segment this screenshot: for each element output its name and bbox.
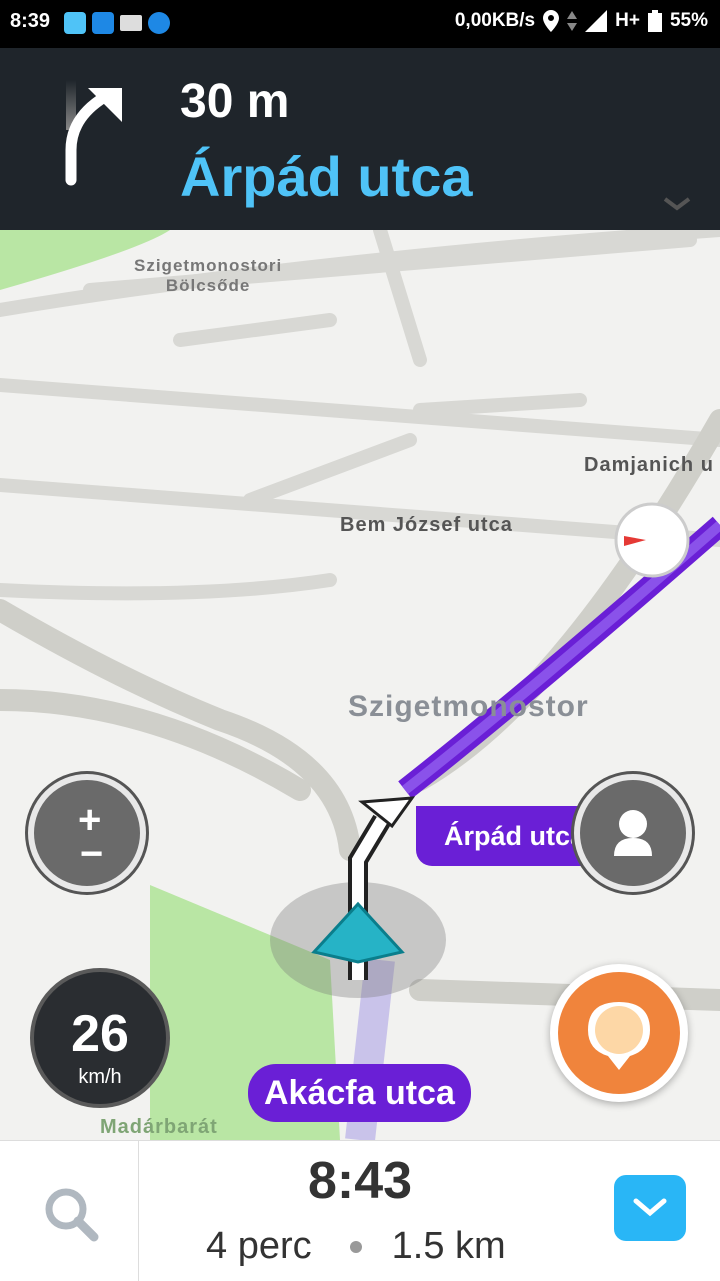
kindergarten-line1: Szigetmonostori [134, 256, 283, 275]
location-icon [543, 10, 560, 32]
chevron-down-icon [633, 1198, 667, 1217]
bottom-bar: 8:43 4 perc 1.5 km [0, 1140, 720, 1281]
maneuver-street: Árpád utca [180, 145, 473, 208]
report-pin-icon [588, 1002, 650, 1070]
turn-right-arrow-icon [65, 80, 122, 186]
map-label-bem: Bem József utca [340, 514, 513, 536]
user-button[interactable] [574, 774, 692, 892]
map-label-park: Madárbarát park [100, 1116, 218, 1140]
battery-icon [647, 10, 662, 32]
speed-unit: km/h [78, 1066, 122, 1088]
status-bar: 8:39 0,00KB/s H+ 55% [0, 0, 720, 48]
eta-distance: 1.5 km [391, 1225, 506, 1267]
search-notification-icon [148, 12, 170, 34]
zoom-out-icon: − [80, 832, 104, 876]
battery-level: 55% [669, 10, 708, 31]
map-label-damjanich: Damjanich u [584, 454, 714, 476]
eta-duration: 4 perc [206, 1225, 312, 1267]
chevron-down-icon[interactable] [662, 194, 692, 214]
signal-icon [585, 10, 608, 32]
eta-summary[interactable]: 4 perc 1.5 km [206, 1225, 506, 1268]
park-line1: Madárbarát [100, 1116, 218, 1138]
kindergarten-line2: Bölcsőde [165, 276, 251, 295]
maneuver-distance: 30 m [180, 75, 290, 128]
report-button[interactable] [550, 964, 688, 1102]
mail-notification-icon [120, 15, 142, 31]
network-type: H+ [615, 10, 640, 31]
eta-time[interactable]: 8:43 [0, 1151, 720, 1211]
person-icon [614, 810, 652, 856]
separator-dot [349, 1240, 362, 1253]
expand-button[interactable] [614, 1175, 686, 1241]
speedometer: 26 km/h [30, 968, 170, 1108]
notification-icons [64, 12, 170, 34]
map-label-town: Szigetmonostor [348, 690, 589, 723]
app-notification-icon [92, 12, 114, 34]
speed-value: 26 [71, 1005, 129, 1063]
data-arrows-icon [567, 11, 578, 31]
waze-notification-icon [64, 12, 86, 34]
report-button-inner [558, 972, 680, 1094]
map-label-kindergarten: Szigetmonostori Bölcsőde [134, 256, 282, 296]
navigation-header[interactable]: 30 m Árpád utca [0, 48, 720, 230]
current-street-pill: Akácfa utca [248, 1064, 471, 1122]
zoom-button[interactable]: + − [28, 774, 146, 892]
network-speed: 0,00KB/s [454, 10, 536, 31]
status-time: 8:39 [10, 10, 51, 32]
status-right: 0,00KB/s H+ 55% [455, 10, 708, 32]
